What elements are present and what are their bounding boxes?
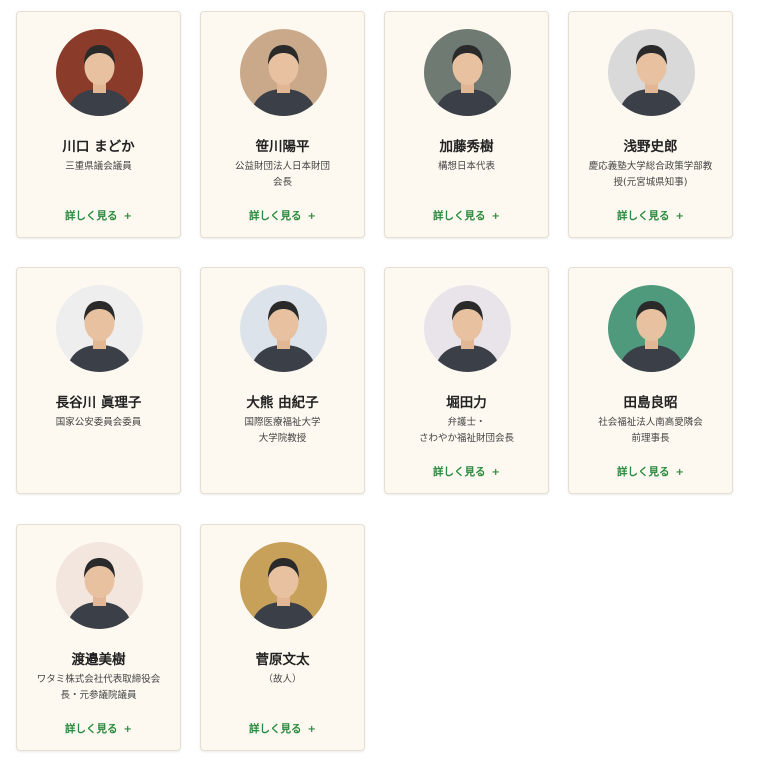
member-role: 構想日本代表 xyxy=(437,161,495,172)
avatar xyxy=(608,285,695,372)
avatar xyxy=(56,542,143,629)
member-name: 堀田力 xyxy=(446,395,487,411)
more-link-label: 詳しく見る xyxy=(617,466,670,478)
member-role: 弁護士・ さわやか福祉財団会長 xyxy=(418,417,514,444)
member-role: 国際医療福祉大学 大学院教授 xyxy=(244,417,321,444)
member-card: 大熊 由紀子国際医療福祉大学 大学院教授 xyxy=(200,267,365,494)
more-link-label: 詳しく見る xyxy=(433,466,486,478)
avatar xyxy=(56,285,143,372)
plus-icon: + xyxy=(123,211,132,222)
portrait-image xyxy=(240,285,327,372)
member-name: 田島良昭 xyxy=(623,395,678,411)
member-name: 川口 まどか xyxy=(62,139,135,155)
more-link-label: 詳しく見る xyxy=(617,210,670,222)
avatar xyxy=(424,285,511,372)
member-role: 三重県議会議員 xyxy=(65,161,132,172)
plus-icon: + xyxy=(491,467,500,478)
portrait-image xyxy=(240,29,327,116)
portrait-image xyxy=(424,285,511,372)
portrait-image xyxy=(608,285,695,372)
plus-icon: + xyxy=(123,724,132,735)
plus-icon: + xyxy=(307,724,316,735)
avatar xyxy=(240,29,327,116)
more-link-label: 詳しく見る xyxy=(249,210,302,222)
plus-icon: + xyxy=(491,211,500,222)
member-card: 川口 まどか三重県議会議員 詳しく見る + xyxy=(16,11,181,238)
member-name: 渡邉美樹 xyxy=(71,652,126,668)
portrait-image xyxy=(424,29,511,116)
member-card: 堀田力弁護士・ さわやか福祉財団会長詳しく見る + xyxy=(384,267,549,494)
portrait-image xyxy=(56,542,143,629)
more-link[interactable]: 詳しく見る + xyxy=(201,208,364,223)
member-name: 笹川陽平 xyxy=(255,139,310,155)
member-name: 大熊 由紀子 xyxy=(246,395,319,411)
member-role: 慶応義塾大学総合政策学部教 授(元宮城県知事) xyxy=(588,161,713,188)
member-role: 公益財団法人日本財団 会長 xyxy=(234,161,330,188)
more-link-label: 詳しく見る xyxy=(249,723,302,735)
more-link-label: 詳しく見る xyxy=(433,210,486,222)
member-card: 長谷川 眞理子国家公安委員会委員 xyxy=(16,267,181,494)
plus-icon: + xyxy=(307,211,316,222)
plus-icon: + xyxy=(675,211,684,222)
member-role: ワタミ株式会社代表取締役会 長・元参議院議員 xyxy=(36,674,161,701)
member-role: （故人） xyxy=(263,674,302,685)
member-name: 菅原文太 xyxy=(255,652,310,668)
avatar xyxy=(240,285,327,372)
more-link[interactable]: 詳しく見る + xyxy=(569,464,732,479)
avatar xyxy=(240,542,327,629)
portrait-image xyxy=(56,29,143,116)
member-card: 浅野史郎慶応義塾大学総合政策学部教 授(元宮城県知事) 詳しく見る + xyxy=(568,11,733,238)
member-role: 社会福祉法人南高愛隣会 前理事長 xyxy=(598,417,703,444)
more-link[interactable]: 詳しく見る + xyxy=(17,721,180,736)
more-link[interactable]: 詳しく見る + xyxy=(385,208,548,223)
member-name: 加藤秀樹 xyxy=(439,139,494,155)
avatar xyxy=(608,29,695,116)
portrait-image xyxy=(240,542,327,629)
avatar xyxy=(56,29,143,116)
member-card: 笹川陽平公益財団法人日本財団 会長詳しく見る + xyxy=(200,11,365,238)
more-link-label: 詳しく見る xyxy=(65,723,118,735)
portrait-image xyxy=(608,29,695,116)
more-link[interactable]: 詳しく見る + xyxy=(201,721,364,736)
member-card: 加藤秀樹構想日本代表詳しく見る + xyxy=(384,11,549,238)
member-name: 浅野史郎 xyxy=(623,139,678,155)
member-card: 渡邉美樹ワタミ株式会社代表取締役会 長・元参議院議員詳しく見る + xyxy=(16,524,181,751)
member-card: 菅原文太 （故人） 詳しく見る + xyxy=(200,524,365,751)
more-link-label: 詳しく見る xyxy=(65,210,118,222)
more-link[interactable]: 詳しく見る + xyxy=(569,208,732,223)
more-link[interactable]: 詳しく見る + xyxy=(385,464,548,479)
plus-icon: + xyxy=(675,467,684,478)
portrait-image xyxy=(56,285,143,372)
more-link[interactable]: 詳しく見る + xyxy=(17,208,180,223)
avatar xyxy=(424,29,511,116)
member-card: 田島良昭社会福祉法人南高愛隣会 前理事長詳しく見る + xyxy=(568,267,733,494)
member-name: 長谷川 眞理子 xyxy=(55,395,142,411)
member-role: 国家公安委員会委員 xyxy=(55,417,142,428)
